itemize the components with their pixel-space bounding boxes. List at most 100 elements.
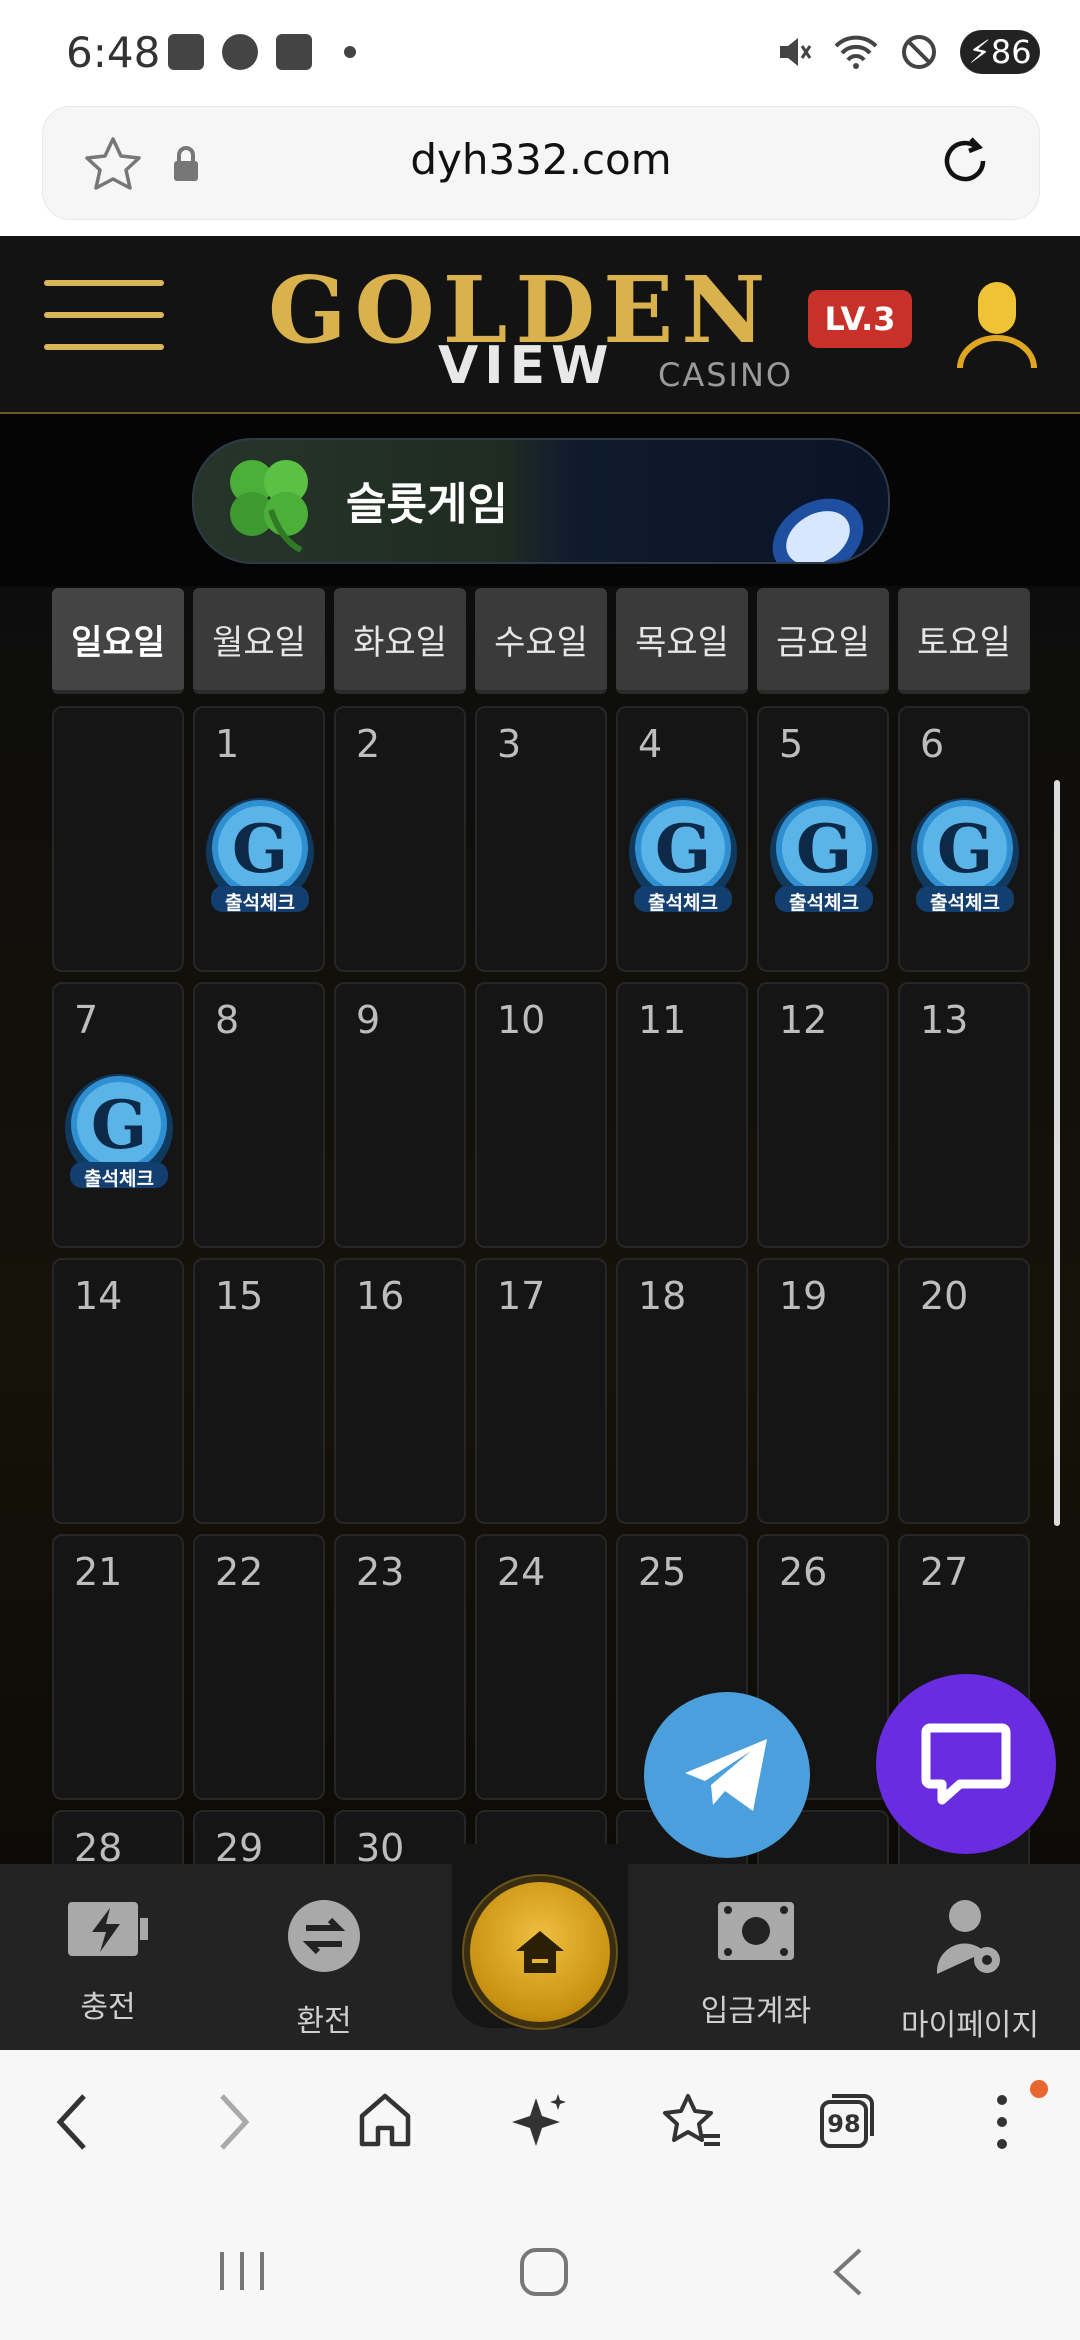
calendar-day-cell[interactable]: 5 G 출석체크 [757, 706, 889, 972]
day-number: 15 [215, 1274, 264, 1318]
recent-apps-icon[interactable] [216, 2248, 268, 2294]
calendar-day-cell[interactable]: 6 G 출석체크 [898, 706, 1030, 972]
weekday-sat: 토요일 [898, 588, 1030, 694]
wifi-icon [834, 35, 878, 69]
calendar-day-cell[interactable]: 23 [334, 1534, 466, 1800]
calendar-day-cell[interactable]: 15 [193, 1258, 325, 1524]
stamp-label: 출석체크 [930, 892, 1000, 914]
home-page-icon[interactable] [356, 2090, 414, 2150]
system-home-icon[interactable] [518, 2246, 570, 2298]
day-number: 14 [74, 1274, 123, 1318]
day-number: 19 [779, 1274, 828, 1318]
battery-indicator: ⚡ 86 [960, 30, 1040, 74]
calendar-day-cell[interactable]: 28 [52, 1810, 184, 1864]
calendar-day-cell[interactable]: 19 [757, 1258, 889, 1524]
menu-icon[interactable] [44, 280, 164, 362]
telegram-button[interactable] [644, 1692, 810, 1858]
calendar-day-cell[interactable]: 18 [616, 1258, 748, 1524]
calendar-day-cell[interactable]: 9 [334, 982, 466, 1248]
system-navigation-bar [0, 2196, 1080, 2340]
day-number: 24 [497, 1550, 546, 1594]
level-badge: LV.3 [808, 290, 912, 348]
more-options-icon[interactable] [994, 2090, 1010, 2154]
day-number: 22 [215, 1550, 264, 1594]
day-number: 1 [215, 722, 240, 766]
do-not-disturb-icon [902, 35, 936, 69]
day-number: 23 [356, 1550, 405, 1594]
reload-icon[interactable] [935, 131, 995, 191]
nav-mypage[interactable]: 마이페이지 [880, 1898, 1060, 2044]
golden-view-casino-logo[interactable]: GOLDEN VIEW CASINO [268, 256, 808, 396]
day-number: 3 [497, 722, 522, 766]
day-number: 29 [215, 1826, 264, 1864]
weekday-sun: 일요일 [52, 588, 184, 694]
slot-game-banner[interactable]: 슬롯게임 [0, 414, 1080, 586]
calendar-day-cell[interactable]: 21 [52, 1534, 184, 1800]
day-number: 5 [779, 722, 804, 766]
notification-icons [168, 34, 356, 70]
calendar-day-cell[interactable]: 8 [193, 982, 325, 1248]
sparkle-ai-icon[interactable] [510, 2090, 570, 2152]
bookmarks-star-icon[interactable] [660, 2090, 724, 2152]
charge-battery-icon [68, 1902, 148, 1956]
nav-exchange-label: 환전 [296, 2004, 352, 2039]
nav-exchange[interactable]: 환전 [234, 1898, 414, 2040]
calendar-day-cell[interactable]: 12 [757, 982, 889, 1248]
day-number: 16 [356, 1274, 405, 1318]
url-text[interactable]: dyh332.com [43, 135, 1039, 184]
calendar-day-cell[interactable]: 1 G 출석체크 [193, 706, 325, 972]
calendar-day-cell[interactable]: 3 [475, 706, 607, 972]
calendar-day-cell[interactable] [52, 706, 184, 972]
live-chat-button[interactable] [876, 1674, 1056, 1854]
day-number: 20 [920, 1274, 969, 1318]
day-number: 17 [497, 1274, 546, 1318]
home-button[interactable] [470, 1882, 610, 2022]
user-settings-icon [936, 1900, 1000, 1974]
slot-game-pill[interactable]: 슬롯게임 [192, 438, 890, 564]
day-number: 28 [74, 1826, 123, 1864]
calendar-day-cell[interactable]: 2 [334, 706, 466, 972]
home-icon [516, 1931, 564, 1973]
address-bar[interactable]: dyh332.com [42, 106, 1040, 220]
status-bar: 6:48 ⚡ 86 [0, 0, 1080, 106]
calendar-day-cell[interactable]: 11 [616, 982, 748, 1248]
status-time: 6:48 [66, 28, 161, 77]
calendar-day-cell[interactable]: 24 [475, 1534, 607, 1800]
forward-icon[interactable] [214, 2090, 254, 2154]
weekday-thu: 목요일 [616, 588, 748, 694]
calendar-day-cell[interactable]: 7 G 출석체크 [52, 982, 184, 1248]
weekday-tue: 화요일 [334, 588, 466, 694]
day-number: 7 [74, 998, 99, 1042]
back-icon[interactable] [52, 2090, 92, 2154]
calendar-day-cell[interactable]: 4 G 출석체크 [616, 706, 748, 972]
chat-bubble-icon [921, 1723, 1011, 1805]
calendar-day-cell[interactable]: 22 [193, 1534, 325, 1800]
weekday-wed: 수요일 [475, 588, 607, 694]
logo-view-text: VIEW [438, 336, 615, 396]
day-number: 27 [920, 1550, 969, 1594]
calendar-day-cell[interactable]: 20 [898, 1258, 1030, 1524]
clover-icon [230, 460, 308, 553]
scrollbar[interactable] [1054, 780, 1060, 1526]
calendar-day-cell[interactable]: 16 [334, 1258, 466, 1524]
system-back-icon[interactable] [828, 2246, 868, 2298]
calendar-day-cell[interactable]: 30 [334, 1810, 466, 1864]
nav-deposit-account[interactable]: 입금계좌 [666, 1898, 846, 2030]
attendance-calendar: 일요일 월요일 화요일 수요일 목요일 금요일 토요일 1 G 출석체크 2 3 4 G 출석… [0, 588, 1080, 1864]
nav-charge[interactable]: 충전 [18, 1898, 198, 2026]
calendar-day-cell[interactable]: 14 [52, 1258, 184, 1524]
browser-address-area: dyh332.com [0, 106, 1080, 236]
calendar-day-cell[interactable]: 10 [475, 982, 607, 1248]
b-app-icon [276, 34, 312, 70]
calendar-grid: 1 G 출석체크 2 3 4 G 출석체크 5 G 출석체크 6 G 출석체크 7 G 출석체크 8 9 10 11 12… [52, 706, 1030, 1864]
calendar-day-cell[interactable]: 13 [898, 982, 1030, 1248]
day-number: 9 [356, 998, 381, 1042]
day-number: 13 [920, 998, 969, 1042]
more-notifications-icon [344, 46, 356, 58]
day-number: 18 [638, 1274, 687, 1318]
calendar-day-cell[interactable]: 29 [193, 1810, 325, 1864]
tabs-button[interactable]: 98 [818, 2092, 876, 2154]
stamp-label: 출석체크 [84, 1168, 154, 1190]
user-profile-icon[interactable] [956, 280, 1038, 370]
calendar-day-cell[interactable]: 17 [475, 1258, 607, 1524]
